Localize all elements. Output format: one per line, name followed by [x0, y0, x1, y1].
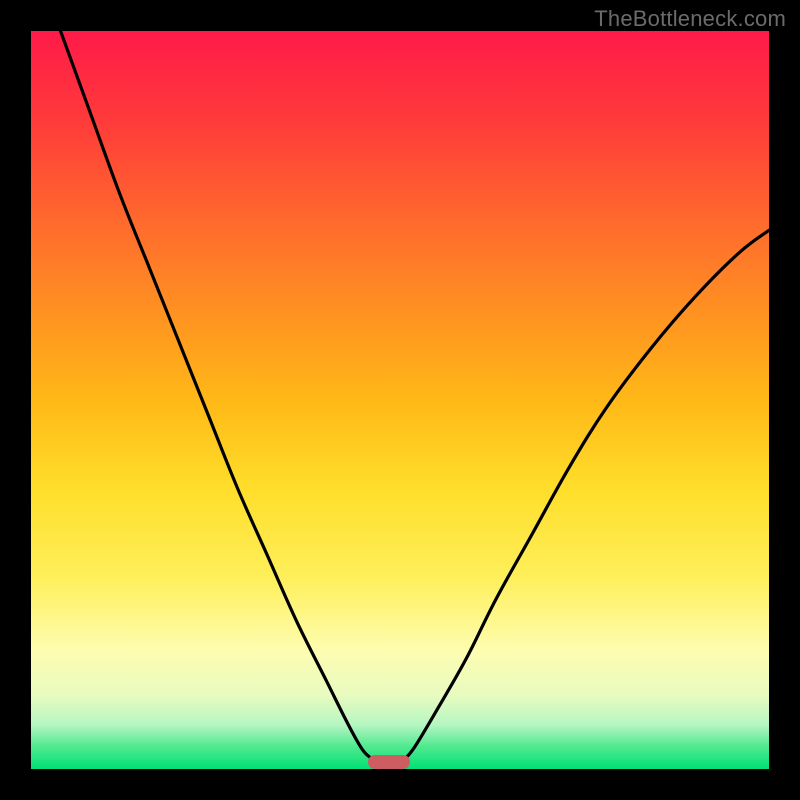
left-curve [61, 31, 375, 760]
right-curve [404, 230, 769, 760]
curves-svg [31, 31, 769, 769]
chart-frame: TheBottleneck.com [0, 0, 800, 800]
plot-area [31, 31, 769, 769]
watermark-text: TheBottleneck.com [594, 6, 786, 32]
minimum-marker [368, 755, 410, 769]
